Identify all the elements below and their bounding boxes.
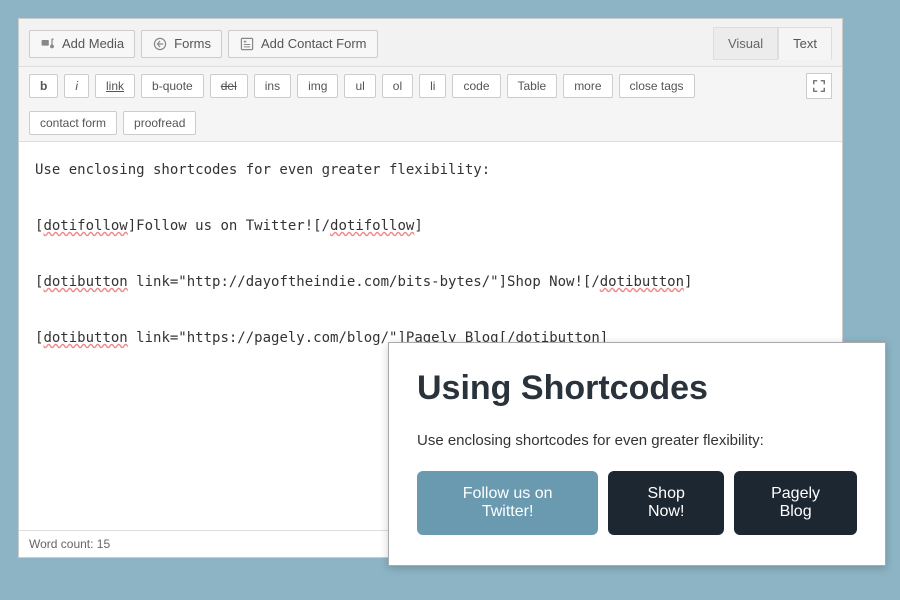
follow-twitter-button[interactable]: Follow us on Twitter! [417,471,598,535]
qt-italic[interactable]: i [64,74,89,98]
preview-title: Using Shortcodes [417,369,857,408]
tab-text[interactable]: Text [778,27,832,60]
forms-label: Forms [174,36,211,51]
quicktags-toolbar: b i link b-quote del ins img ul ol li co… [19,67,842,142]
qt-more[interactable]: more [563,74,612,98]
qt-img[interactable]: img [297,74,338,98]
qt-li[interactable]: li [419,74,446,98]
shop-now-button[interactable]: Shop Now! [608,471,724,535]
form-icon [239,36,255,52]
qt-table[interactable]: Table [507,74,558,98]
qt-contact-form[interactable]: contact form [29,111,117,135]
fullscreen-button[interactable] [806,73,832,99]
preview-panel: Using Shortcodes Use enclosing shortcode… [388,342,886,566]
qt-ins[interactable]: ins [254,74,291,98]
add-media-button[interactable]: Add Media [29,30,135,58]
add-contact-form-button[interactable]: Add Contact Form [228,30,378,58]
qt-bquote[interactable]: b-quote [141,74,204,98]
qt-ol[interactable]: ol [382,74,413,98]
fullscreen-icon [812,79,826,93]
qt-del[interactable]: del [210,74,248,98]
editor-line: [dotifollow]Follow us on Twitter![/dotif… [35,218,423,234]
qt-bold[interactable]: b [29,74,58,98]
pagely-blog-button[interactable]: Pagely Blog [734,471,857,535]
editor-line: Use enclosing shortcodes for even greate… [35,162,490,178]
word-count: Word count: 15 [29,537,110,551]
tab-visual[interactable]: Visual [713,27,778,60]
top-toolbar: Add Media Forms Add Contact Form Visual … [19,19,842,67]
editor-line: [dotibutton link="http://dayoftheindie.c… [35,274,692,290]
forms-button[interactable]: Forms [141,30,222,58]
qt-proofread[interactable]: proofread [123,111,196,135]
add-media-label: Add Media [62,36,124,51]
add-contact-form-label: Add Contact Form [261,36,367,51]
qt-link[interactable]: link [95,74,135,98]
camera-music-icon [40,36,56,52]
qt-ul[interactable]: ul [344,74,375,98]
qt-code[interactable]: code [452,74,500,98]
view-tabs: Visual Text [713,27,832,60]
qt-close-tags[interactable]: close tags [619,74,695,98]
preview-text: Use enclosing shortcodes for even greate… [417,432,857,449]
preview-buttons: Follow us on Twitter! Shop Now! Pagely B… [417,471,857,535]
forms-icon [152,36,168,52]
